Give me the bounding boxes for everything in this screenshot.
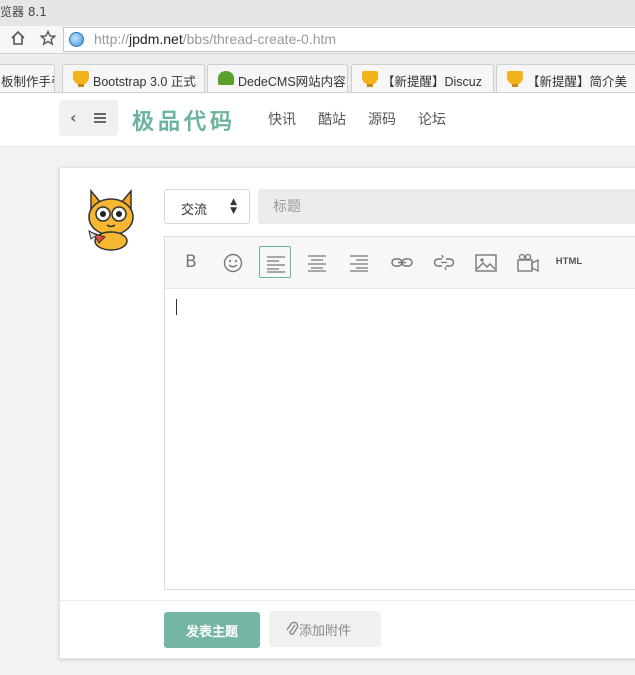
trophy-icon [507,71,523,87]
rich-text-editor[interactable]: B HTML [164,236,635,590]
nav-link-cool-sites[interactable]: 酷站 [318,109,346,129]
site-header: ‹ 极品代码 快讯 酷站 源码 论坛 [0,93,635,147]
unlink-icon[interactable] [427,246,459,278]
link-icon[interactable] [385,246,417,278]
browser-tab-5[interactable]: 【新提醒】简介美 [496,64,635,92]
editor-toolbar: B HTML [165,237,635,289]
home-icon[interactable] [8,30,28,50]
window-title: 览器 8.1 [0,5,47,19]
trophy-icon [73,71,89,87]
align-right-icon[interactable] [343,246,375,278]
html-icon[interactable]: HTML [553,246,585,278]
dedecms-icon [218,71,234,85]
bookmark-star-icon[interactable] [38,29,58,50]
browser-tab-3[interactable]: DedeCMS网站内容 [207,64,348,92]
footer-divider [60,600,635,601]
nav-link-source-code[interactable]: 源码 [368,109,396,129]
site-globe-icon [69,32,84,47]
address-bar: http://jpdm.net/bbs/thread-create-0.htm [0,26,635,54]
tab-label: 【新提醒】Discuz [382,75,483,89]
browser-tab-4[interactable]: 【新提醒】Discuz [351,64,494,92]
url-text: http://jpdm.net/bbs/thread-create-0.htm [94,31,337,47]
bold-icon[interactable]: B [175,246,207,278]
user-avatar [85,187,137,251]
browser-titlebar: 览器 8.1 [0,0,635,26]
tab-label: DedeCMS网站内容 [238,75,346,89]
hamburger-icon [94,113,106,123]
emoji-icon[interactable] [217,246,249,278]
url-field[interactable]: http://jpdm.net/bbs/thread-create-0.htm [63,27,635,52]
title-input[interactable] [258,189,635,224]
forum-select[interactable]: 交流 ▲ ▼ [164,189,250,224]
site-logo[interactable]: 极品代码 [132,104,236,136]
image-icon[interactable] [469,246,501,278]
align-left-icon[interactable] [259,246,291,278]
chevron-left-icon: ‹ [70,108,77,127]
select-arrows-icon: ▲ ▼ [230,197,237,216]
menu-toggle-button[interactable]: ‹ [59,100,118,136]
trophy-icon [362,71,378,87]
tab-label: Bootstrap 3.0 正式 [93,75,196,89]
text-cursor [176,299,177,315]
tab-strip: 板制作手引 Bootstrap 3.0 正式 DedeCMS网站内容 【新提醒】… [0,55,635,93]
tab-label: 板制作手引 [1,75,54,89]
forum-select-value: 交流 [181,203,208,218]
align-center-icon[interactable] [301,246,333,278]
video-icon[interactable] [511,246,543,278]
browser-tab-2[interactable]: Bootstrap 3.0 正式 [62,64,205,92]
browser-tab-1[interactable]: 板制作手引 [0,64,55,92]
add-attachment-button[interactable]: 添加附件 [269,611,381,647]
nav-link-news[interactable]: 快讯 [268,109,296,129]
submit-thread-button[interactable]: 发表主题 [164,612,260,648]
paperclip-icon [285,620,299,642]
add-attachment-label: 添加附件 [299,623,352,639]
tab-label: 【新提醒】简介美 [527,75,628,89]
nav-link-forum[interactable]: 论坛 [418,109,446,129]
